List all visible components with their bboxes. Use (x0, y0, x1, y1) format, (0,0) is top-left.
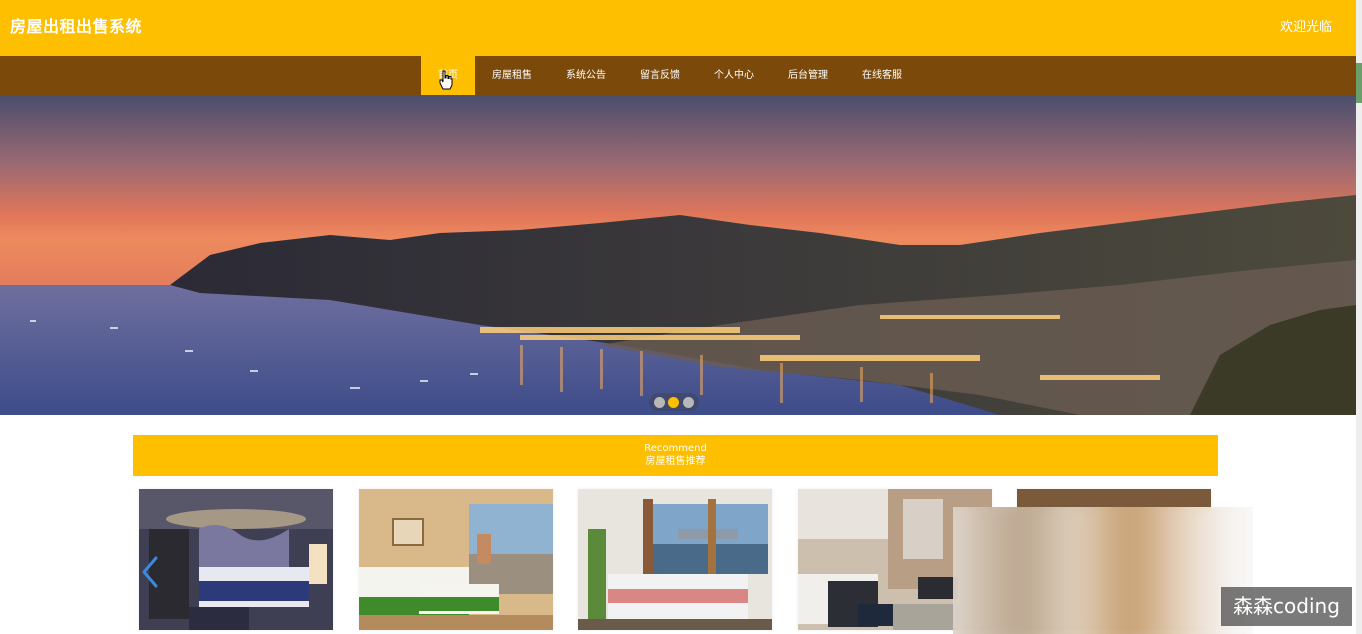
blurred-overlay (953, 507, 1253, 634)
scrollbar-thumb[interactable] (1356, 63, 1362, 103)
nav-item-admin[interactable]: 后台管理 (771, 56, 845, 95)
watermark: 森森coding (1221, 587, 1352, 626)
nav-item-house-rental[interactable]: 房屋租售 (475, 56, 549, 95)
site-title: 房屋出租出售系统 (10, 17, 143, 36)
nav-item-label: 房屋租售 (492, 70, 532, 81)
page-scrollbar[interactable] (1356, 0, 1362, 634)
nav-item-label: 后台管理 (788, 70, 828, 81)
site-header: 房屋出租出售系统 欢迎光临 (0, 0, 1356, 56)
listing-image (578, 489, 772, 630)
nav-item-label: 系统公告 (566, 70, 606, 81)
carousel-dot[interactable] (653, 396, 665, 408)
recommend-title-en: Recommend (644, 443, 707, 454)
recommend-header: Recommend 房屋租售推荐 (133, 435, 1218, 476)
nav-item-label: 留言反馈 (640, 70, 680, 81)
chevron-left-icon[interactable] (141, 556, 159, 588)
nav-item-profile[interactable]: 个人中心 (697, 56, 771, 95)
listing-image (139, 489, 333, 630)
welcome-text: 欢迎光临 (1279, 20, 1332, 35)
carousel-indicators (649, 393, 699, 411)
nav-item-announcements[interactable]: 系统公告 (549, 56, 623, 95)
carousel-dot[interactable] (683, 396, 695, 408)
listing-image (359, 489, 553, 630)
listing-card[interactable] (139, 489, 333, 630)
nav-item-label: 个人中心 (714, 70, 754, 81)
hero-banner[interactable] (0, 95, 1356, 415)
carousel-dot-active[interactable] (668, 396, 680, 408)
recommend-title-cn: 房屋租售推荐 (645, 456, 706, 467)
nav-item-feedback[interactable]: 留言反馈 (623, 56, 697, 95)
hand-pointer-icon (439, 70, 453, 90)
main-nav: 首页 房屋租售 系统公告 留言反馈 个人中心 后台管理 在线客服 (0, 56, 1356, 95)
nav-item-label: 在线客服 (862, 70, 902, 81)
listing-card[interactable] (578, 489, 772, 630)
banner-image (0, 95, 1356, 415)
nav-item-online-service[interactable]: 在线客服 (845, 56, 919, 95)
listing-card[interactable] (359, 489, 553, 630)
